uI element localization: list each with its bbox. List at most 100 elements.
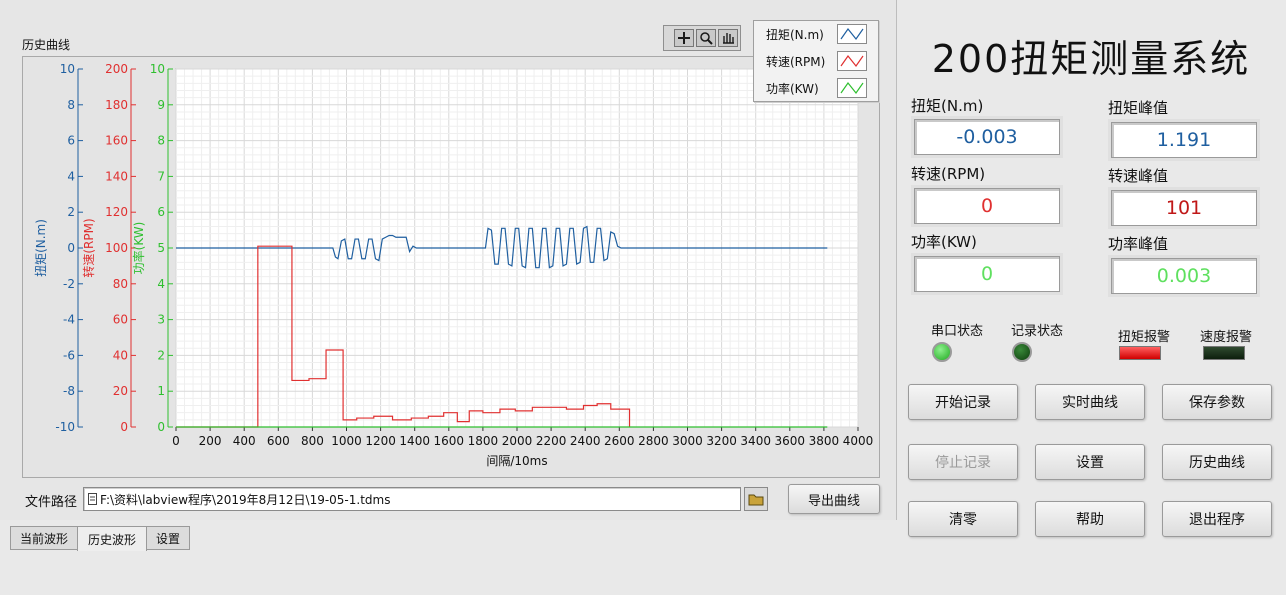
speed-indicator: 0 xyxy=(914,188,1060,224)
history-chart[interactable]: 0 200 400 600 800 1000 1200 1400 1600 1800 2000 220… xyxy=(23,57,879,477)
legend-row-torque[interactable]: 扭矩(N.m) xyxy=(754,21,878,47)
graph-frame: 0 200 400 600 800 1000 1200 1400 1600 1800 2000 220… xyxy=(22,56,880,478)
zoom-icon[interactable] xyxy=(696,29,716,47)
file-path-label: 文件路径 xyxy=(25,495,78,510)
legend-row-speed[interactable]: 转速(RPM) xyxy=(754,48,878,74)
torque-peak-label: 扭矩峰值 xyxy=(1108,99,1169,117)
path-type-icon[interactable] xyxy=(88,493,97,505)
folder-open-icon xyxy=(748,494,764,506)
graph-title: 历史曲线 xyxy=(22,38,71,52)
x-tick-label: 3600 xyxy=(775,434,806,448)
realtime-curve-button[interactable]: 实时曲线 xyxy=(1035,384,1145,420)
y-tick-label: 0 xyxy=(157,420,165,434)
y-tick-label: 10 xyxy=(150,62,165,76)
x-tick-label: 200 xyxy=(199,434,222,448)
power-indicator: 0 xyxy=(914,256,1060,292)
x-tick-label: 1600 xyxy=(434,434,465,448)
x-tick-label: 600 xyxy=(267,434,290,448)
history-curve-button[interactable]: 历史曲线 xyxy=(1162,444,1272,480)
torque-alarm-led xyxy=(1119,346,1161,360)
x-tick-label: 4000 xyxy=(843,434,874,448)
torque-indicator: -0.003 xyxy=(914,119,1060,155)
x-tick-label: 1400 xyxy=(399,434,430,448)
y-tick-label: 3 xyxy=(157,313,165,327)
y-tick-label: -8 xyxy=(63,384,75,398)
x-tick-label: 3800 xyxy=(809,434,840,448)
speed-peak-indicator: 101 xyxy=(1111,190,1257,226)
legend-swatch-torque[interactable] xyxy=(837,24,867,44)
x-tick-label: 400 xyxy=(233,434,256,448)
speed-peak-label: 转速峰值 xyxy=(1108,167,1169,185)
crosshair-cursor-icon[interactable] xyxy=(674,29,694,47)
file-path-input[interactable]: F:\资料\labview程序\2019年8月12日\19-05-1.tdms xyxy=(83,487,741,511)
plot-legend: 扭矩(N.m) 转速(RPM) 功率(KW) xyxy=(753,20,879,102)
record-status-label: 记录状态 xyxy=(1011,324,1064,339)
y-tick-label: 1 xyxy=(157,384,165,398)
legend-label-torque: 扭矩(N.m) xyxy=(766,28,824,42)
y-tick-label: -6 xyxy=(63,348,75,362)
start-record-button[interactable]: 开始记录 xyxy=(908,384,1018,420)
legend-row-power[interactable]: 功率(KW) xyxy=(754,75,878,101)
app-title: 200扭矩测量系统 xyxy=(931,37,1251,81)
torque-peak-indicator: 1.191 xyxy=(1111,122,1257,158)
legend-swatch-speed[interactable] xyxy=(837,51,867,71)
y-tick-label: 9 xyxy=(157,98,165,112)
y-axis-label: 扭矩(N.m) xyxy=(34,219,48,277)
y-tick-label: 80 xyxy=(113,277,128,291)
y-tick-label: 5 xyxy=(157,241,165,255)
x-tick-label: 2800 xyxy=(638,434,669,448)
y-tick-label: 4 xyxy=(157,277,165,291)
history-panel: 历史曲线 0 200 400 600 800 1000 1200 1400 1600 1800 20… xyxy=(0,0,897,520)
graph-palette xyxy=(663,25,741,51)
x-tick-label: 1000 xyxy=(331,434,362,448)
y-tick-label: 140 xyxy=(105,169,128,183)
y-tick-label: 2 xyxy=(157,348,165,362)
file-path-value: F:\资料\labview程序\2019年8月12日\19-05-1.tdms xyxy=(100,493,391,507)
legend-swatch-power[interactable] xyxy=(837,78,867,98)
x-tick-label: 3000 xyxy=(672,434,703,448)
serial-status-label: 串口状态 xyxy=(931,324,984,339)
y-tick-label: -2 xyxy=(63,277,75,291)
y-tick-label: 160 xyxy=(105,134,128,148)
x-tick-label: 800 xyxy=(301,434,324,448)
stop-record-button[interactable]: 停止记录 xyxy=(908,444,1018,480)
help-button[interactable]: 帮助 xyxy=(1035,501,1145,537)
speed-alarm-led xyxy=(1203,346,1245,360)
y-tick-label: -4 xyxy=(63,313,75,327)
legend-label-speed: 转速(RPM) xyxy=(766,55,826,69)
x-tick-label: 3400 xyxy=(740,434,771,448)
tab-history-waveform[interactable]: 历史波形 xyxy=(77,526,147,551)
y-axis-label: 功率(KW) xyxy=(131,222,146,275)
y-axis-label: 转速(RPM) xyxy=(81,218,96,277)
export-curve-button[interactable]: 导出曲线 xyxy=(788,484,880,514)
tab-current-waveform[interactable]: 当前波形 xyxy=(10,526,78,550)
x-tick-label: 2400 xyxy=(570,434,601,448)
y-tick-label: 60 xyxy=(113,313,128,327)
x-tick-label: 2000 xyxy=(502,434,533,448)
x-tick-label: 2600 xyxy=(604,434,635,448)
save-params-button[interactable]: 保存参数 xyxy=(1162,384,1272,420)
y-tick-label: 120 xyxy=(105,205,128,219)
exit-button[interactable]: 退出程序 xyxy=(1162,501,1272,537)
speed-alarm-label: 速度报警 xyxy=(1200,330,1253,345)
y-tick-label: 10 xyxy=(60,62,75,76)
power-peak-label: 功率峰值 xyxy=(1108,235,1169,253)
browse-folder-button[interactable] xyxy=(744,487,768,511)
settings-button[interactable]: 设置 xyxy=(1035,444,1145,480)
x-tick-label: 3200 xyxy=(706,434,737,448)
power-label: 功率(KW) xyxy=(911,233,977,251)
y-tick-label: 2 xyxy=(67,205,75,219)
torque-label: 扭矩(N.m) xyxy=(911,97,984,115)
y-tick-label: 6 xyxy=(67,134,75,148)
y-tick-label: 40 xyxy=(113,348,128,362)
x-tick-label: 0 xyxy=(172,434,180,448)
torque-alarm-label: 扭矩报警 xyxy=(1118,330,1171,345)
x-tick-label: 2200 xyxy=(536,434,567,448)
legend-label-power: 功率(KW) xyxy=(766,82,819,96)
zero-button[interactable]: 清零 xyxy=(908,501,1018,537)
tab-settings[interactable]: 设置 xyxy=(146,526,190,550)
y-tick-label: 8 xyxy=(157,134,165,148)
pan-hand-icon[interactable] xyxy=(718,29,738,47)
y-tick-label: 7 xyxy=(157,169,165,183)
y-tick-label: 0 xyxy=(67,241,75,255)
